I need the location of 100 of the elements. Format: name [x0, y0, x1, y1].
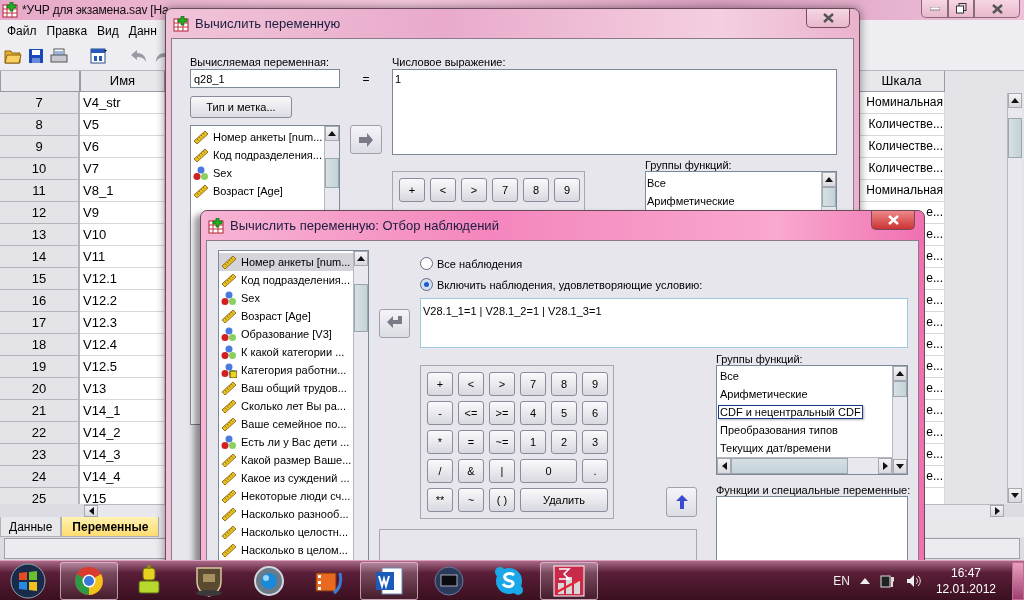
language-indicator[interactable]: EN: [833, 573, 850, 588]
variable-item[interactable]: Код подразделения...: [191, 146, 324, 164]
chat-bubble-icon: [494, 565, 524, 596]
variable-item[interactable]: Насколько целостн...: [219, 523, 353, 541]
keypad-button[interactable]: ~=: [489, 430, 515, 454]
close-button[interactable]: [974, 0, 1020, 18]
keypad-button[interactable]: 0: [520, 459, 577, 483]
table-cell: V6: [80, 135, 165, 158]
row-number: 17: [0, 311, 80, 334]
keypad-button[interactable]: |: [489, 459, 515, 483]
keypad-button[interactable]: ( ): [489, 488, 515, 512]
keypad-button[interactable]: ~: [458, 488, 484, 512]
keypad-button[interactable]: 7: [492, 178, 518, 202]
keypad-button[interactable]: 1: [520, 430, 546, 454]
battery-icon[interactable]: [879, 573, 896, 588]
save-icon[interactable]: [28, 48, 44, 65]
table-cell: V12.5: [80, 355, 165, 378]
keypad-button[interactable]: -: [427, 401, 453, 425]
input-field[interactable]: q28_1: [190, 69, 340, 88]
keypad-button[interactable]: 2: [551, 430, 577, 454]
sheet-tab[interactable]: Данные: [0, 517, 62, 538]
radio-button[interactable]: [420, 257, 433, 270]
balls-icon: [221, 434, 237, 450]
move-button[interactable]: [350, 125, 382, 154]
list-item[interactable]: Арифметические: [646, 192, 821, 210]
close-button[interactable]: [806, 9, 850, 28]
type-label-button[interactable]: Тип и метка...: [190, 96, 292, 118]
variable-item[interactable]: Есть ли у Вас дети ...: [219, 433, 353, 451]
keypad-button[interactable]: 8: [523, 178, 549, 202]
keypad-button[interactable]: 9: [554, 178, 580, 202]
keypad-button[interactable]: 9: [582, 372, 608, 396]
row-number: 24: [0, 465, 80, 488]
keypad-button[interactable]: <=: [458, 401, 484, 425]
clock[interactable]: 16:47 12.01.2012: [935, 564, 996, 597]
variable-item[interactable]: Номер анкеты [num...: [191, 128, 324, 146]
keypad-button[interactable]: =: [458, 430, 484, 454]
keypad-button[interactable]: 3: [582, 430, 608, 454]
keypad-button[interactable]: .: [582, 459, 608, 483]
folder-icon[interactable]: [4, 48, 22, 65]
table-cell: V5: [80, 113, 165, 136]
menu-item[interactable]: Правка: [41, 24, 93, 39]
keypad-button[interactable]: +: [427, 372, 453, 396]
taskbar-button[interactable]: [60, 561, 118, 600]
menu-item[interactable]: Вид: [92, 24, 124, 39]
variable-item[interactable]: Какой размер Ваше...: [219, 451, 353, 469]
variable-item[interactable]: Сколько лет Вы ра...: [219, 397, 353, 415]
close-button[interactable]: [871, 211, 915, 230]
list-item[interactable]: Все: [646, 174, 821, 192]
keypad-button[interactable]: 8: [551, 372, 577, 396]
variable-item[interactable]: Ваш общий трудов...: [219, 379, 353, 397]
ruler-icon: [221, 453, 237, 467]
keypad-button[interactable]: <: [458, 372, 484, 396]
row-number: 10: [0, 157, 80, 180]
keypad-button[interactable]: 7: [520, 372, 546, 396]
variable-item[interactable]: Sex: [219, 289, 353, 307]
keypad-button[interactable]: 6: [582, 401, 608, 425]
keypad-button[interactable]: /: [427, 459, 453, 483]
speaker-icon[interactable]: [905, 573, 922, 588]
variable-item[interactable]: Возраст [Age]: [219, 307, 353, 325]
variable-item[interactable]: Номер анкеты [num...: [219, 253, 353, 271]
keypad-button[interactable]: >: [489, 372, 515, 396]
show-desktop-button[interactable]: [1012, 561, 1024, 600]
expression-field[interactable]: 1: [392, 69, 837, 155]
keypad-button[interactable]: &: [458, 459, 484, 483]
keypad-button[interactable]: 4: [520, 401, 546, 425]
menu-item[interactable]: Данн: [123, 24, 162, 39]
taskbar-button[interactable]: [540, 561, 598, 600]
dialog-icon[interactable]: [90, 47, 108, 66]
taskbar-button[interactable]: [360, 561, 418, 600]
keypad-button[interactable]: +: [399, 178, 425, 202]
print-icon[interactable]: [50, 48, 68, 65]
variable-item[interactable]: Возраст [Age]: [191, 182, 324, 200]
variable-item[interactable]: Некоторые люди сч...: [219, 487, 353, 505]
restore-button[interactable]: [948, 0, 974, 18]
keypad-button[interactable]: >: [461, 178, 487, 202]
variable-item[interactable]: Насколько в целом...: [219, 541, 353, 559]
radio-label: Все наблюдения: [437, 257, 523, 270]
row-number: 23: [0, 443, 80, 466]
minimize-button[interactable]: [921, 0, 948, 18]
move-button[interactable]: [379, 308, 410, 338]
variable-item[interactable]: Код подразделения...: [219, 271, 353, 289]
variable-item[interactable]: Насколько разнооб...: [219, 505, 353, 523]
condition-field[interactable]: V28.1_1=1 | V28.1_2=1 | V28.1_3=1: [420, 298, 908, 348]
variable-item[interactable]: Какое из суждений ...: [219, 469, 353, 487]
variable-item[interactable]: Ваше семейное по...: [219, 415, 353, 433]
menu-item[interactable]: Файл: [2, 24, 42, 39]
variable-item[interactable]: К какой категории ...: [219, 343, 353, 361]
variable-item[interactable]: Категория работни...: [219, 361, 353, 379]
tray-expand-icon[interactable]: [859, 577, 870, 584]
keypad-button[interactable]: 5: [551, 401, 577, 425]
keypad-button[interactable]: >=: [489, 401, 515, 425]
keypad-button[interactable]: <: [430, 178, 456, 202]
sheet-tab[interactable]: Переменные: [61, 517, 160, 538]
keypad-button[interactable]: **: [427, 488, 453, 512]
move-up-button[interactable]: [666, 487, 697, 517]
variable-item[interactable]: Sex: [191, 164, 324, 182]
radio-button[interactable]: [420, 278, 433, 291]
variable-item[interactable]: Образование [V3]: [219, 325, 353, 343]
keypad-button[interactable]: Удалить: [520, 488, 608, 512]
keypad-button[interactable]: *: [427, 430, 453, 454]
